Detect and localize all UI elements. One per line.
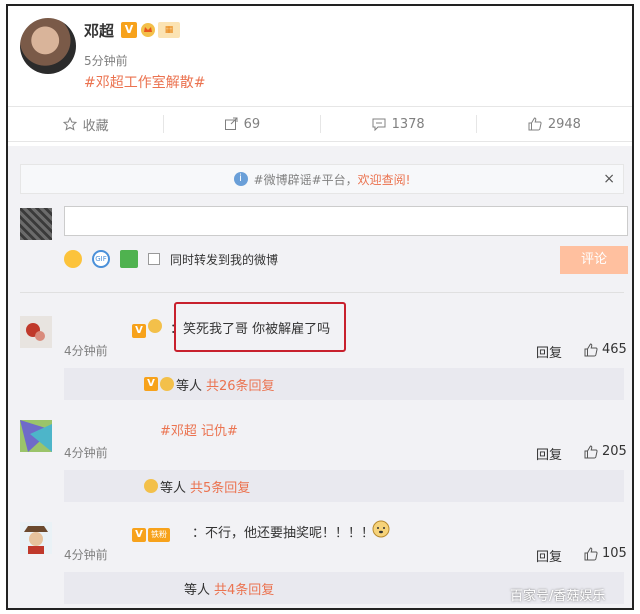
verified-badge-icon: V (132, 324, 146, 338)
comment-like-count: 105 (602, 546, 627, 561)
star-icon (62, 117, 77, 131)
comment-time: 4分钟前 (64, 446, 108, 460)
vip-badge-icon: ▦ (158, 22, 180, 38)
composer-toolbar: GIF 同时转发到我的微博 (64, 250, 278, 268)
comment-like-count: 465 (602, 342, 627, 357)
comment-like-button[interactable]: 205 (584, 444, 627, 459)
doge-emoji-icon (372, 520, 390, 538)
thumbs-up-icon (584, 342, 598, 356)
post-header: 邓超 V ▦ 5分钟前 #邓超工作室解散# (8, 6, 632, 106)
commenter-avatar[interactable] (20, 316, 52, 348)
subreplies-count[interactable]: 共4条回复 (214, 579, 274, 598)
comment-icon (372, 118, 386, 131)
repost-icon (224, 117, 238, 130)
fan-badge: 铁粉 (148, 528, 170, 542)
subreplies-prefix: 等人 (160, 480, 187, 496)
divider (20, 292, 624, 293)
repost-button[interactable]: 69 (163, 115, 319, 133)
crown-badge-icon (144, 479, 158, 493)
commenter-avatar[interactable] (20, 420, 52, 452)
comment-like-button[interactable]: 465 (584, 342, 627, 357)
rumor-notice-banner: i #微博辟谣#平台， 欢迎查阅! × (20, 164, 624, 194)
current-user-avatar (20, 208, 52, 240)
reply-button[interactable]: 回复 (536, 546, 562, 565)
comment-time: 4分钟前 (64, 548, 108, 562)
repost-checkbox-label: 同时转发到我的微博 (170, 252, 279, 267)
info-icon: i (233, 172, 248, 186)
subreplies-summary[interactable]: V 等人 共26条回复 (64, 368, 624, 400)
thumbs-up-icon (584, 444, 598, 458)
thumbs-up-icon (584, 546, 598, 560)
favorite-label: 收藏 (82, 118, 109, 134)
verified-badge-icon: V (132, 528, 146, 542)
verified-badge-icon: V (121, 22, 137, 38)
watermark: 百家号/香菇娱乐 (510, 589, 606, 604)
image-icon[interactable] (120, 250, 138, 268)
subreplies-count[interactable]: 共5条回复 (190, 477, 250, 496)
like-count: 2948 (547, 116, 581, 132)
verified-badge-icon: V (144, 377, 158, 391)
notice-text: #微博辟谣#平台， (253, 172, 358, 187)
subreplies-summary[interactable]: 等人 共5条回复 (64, 470, 624, 502)
crown-badge-icon (160, 377, 174, 391)
reply-button[interactable]: 回复 (536, 444, 562, 463)
crown-badge-icon (141, 23, 155, 37)
comment-like-button[interactable]: 105 (584, 546, 627, 561)
comment-hashtag[interactable]: #邓超 记仇# (160, 420, 238, 439)
subreplies-prefix: 等人 (176, 378, 203, 394)
submit-comment-button[interactable]: 评论 (560, 246, 628, 274)
comment-time: 4分钟前 (64, 344, 108, 358)
post-actions-bar: 收藏 69 1378 2948 (8, 106, 632, 142)
repost-count: 69 (243, 116, 261, 132)
comment-count: 1378 (391, 116, 425, 132)
comment-input[interactable] (64, 206, 628, 236)
highlight-annotation (174, 302, 346, 352)
author-avatar[interactable] (20, 18, 76, 74)
weibo-post-frame: 邓超 V ▦ 5分钟前 #邓超工作室解散# 收藏 69 1378 2948 i … (6, 4, 634, 610)
close-icon[interactable]: × (603, 171, 615, 187)
author-name[interactable]: 邓超 (84, 20, 114, 41)
comment-like-count: 205 (602, 444, 627, 459)
reply-button[interactable]: 回复 (536, 342, 562, 361)
like-button[interactable]: 2948 (475, 115, 632, 133)
commenter-badges: V 铁粉 (132, 522, 172, 542)
favorite-button[interactable]: 收藏 (8, 107, 163, 141)
commenter-badges: V (132, 318, 164, 338)
crown-badge-icon (148, 319, 162, 333)
comment-text: ：不行，他还要抽奖呢！！！！ (192, 526, 375, 541)
repost-checkbox[interactable] (148, 253, 160, 265)
notice-link[interactable]: 欢迎查阅! (358, 171, 411, 188)
subreplies-prefix: 等人 (184, 582, 211, 598)
comment-button[interactable]: 1378 (319, 115, 476, 133)
commenter-avatar[interactable] (20, 522, 52, 554)
comment-section: i #微博辟谣#平台， 欢迎查阅! × GIF 同时转发到我的微博 评论 V ：… (8, 146, 632, 608)
gif-icon[interactable]: GIF (92, 250, 110, 268)
post-hashtag[interactable]: #邓超工作室解散# (84, 72, 205, 92)
thumbs-up-icon (528, 117, 542, 131)
subreplies-count[interactable]: 共26条回复 (206, 375, 275, 394)
emoji-icon[interactable] (64, 250, 82, 268)
post-time: 5分钟前 (84, 54, 128, 68)
